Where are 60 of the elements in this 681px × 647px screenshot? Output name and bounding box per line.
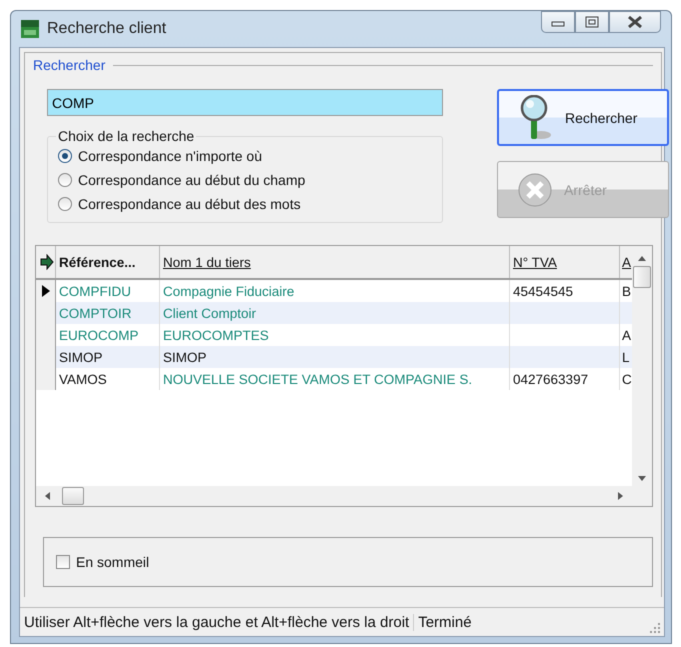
magnifier-icon: [519, 94, 553, 140]
scroll-left-icon[interactable]: [44, 491, 52, 501]
scroll-up-icon[interactable]: [637, 254, 647, 262]
scrollbar-thumb[interactable]: [62, 487, 84, 505]
close-button[interactable]: [609, 11, 661, 33]
radio-button[interactable]: [58, 149, 72, 163]
table-cell: EUROCOMPTES: [163, 328, 269, 342]
arrow-right-icon: [40, 254, 54, 270]
column-header[interactable]: Nom 1 du tiers: [160, 246, 510, 278]
status-text: Terminé: [417, 614, 472, 630]
checkbox-label[interactable]: En sommeil: [76, 554, 150, 570]
group-title: Choix de la recherche: [57, 128, 196, 144]
table-cell: 45454545: [513, 284, 574, 298]
table-row[interactable]: SIMOP SIMOP L: [36, 346, 632, 368]
app-logo-icon: [21, 20, 39, 38]
radio-label[interactable]: Correspondance au début des mots: [78, 196, 301, 212]
horizontal-scrollbar[interactable]: [36, 486, 632, 506]
table-row[interactable]: VAMOS NOUVELLE SOCIETE VAMOS ET COMPAGNIE S. 0427663397 C: [36, 368, 632, 390]
current-row-icon: [42, 285, 50, 297]
status-message: Utiliser Alt+flèche vers la gauche et Alt+flèche vers la droit: [24, 614, 414, 630]
vertical-scrollbar[interactable]: [632, 246, 652, 506]
column-header[interactable]: A: [620, 246, 632, 278]
scroll-down-icon[interactable]: [637, 474, 647, 482]
restore-icon: [585, 16, 599, 28]
table-cell: L: [622, 350, 630, 364]
table-cell: VAMOS: [59, 372, 107, 386]
radio-label[interactable]: Correspondance n'importe où: [78, 148, 262, 164]
search-button[interactable]: Rechercher: [497, 89, 669, 146]
table-row[interactable]: EUROCOMP EUROCOMPTES A: [36, 324, 632, 346]
radio-button[interactable]: [58, 173, 72, 187]
table-cell: SIMOP: [59, 350, 103, 364]
column-header[interactable]: Référence...: [56, 246, 160, 278]
minimize-button[interactable]: [541, 11, 575, 33]
radio-button[interactable]: [58, 197, 72, 211]
checkbox[interactable]: [56, 555, 70, 569]
resize-grip-icon[interactable]: [650, 623, 660, 633]
column-header[interactable]: N° TVA: [510, 246, 620, 278]
table-cell: NOUVELLE SOCIETE VAMOS ET COMPAGNIE S.: [163, 372, 472, 386]
row-indicator[interactable]: [36, 280, 56, 302]
table-cell: COMPFIDU: [59, 284, 131, 298]
table-cell: Compagnie Fiduciaire: [163, 284, 294, 298]
table-row[interactable]: COMPFIDU Compagnie Fiduciaire 45454545 B: [36, 280, 632, 302]
cancel-icon: [518, 172, 552, 206]
scroll-right-icon[interactable]: [616, 491, 624, 501]
table-cell: SIMOP: [163, 350, 207, 364]
search-field[interactable]: COMP: [47, 89, 443, 116]
scrollbar-thumb[interactable]: [633, 266, 651, 288]
table-row[interactable]: COMPTOIR Client Comptoir: [36, 302, 632, 324]
group-title: Rechercher: [33, 57, 106, 73]
table-cell: 0427663397: [513, 372, 588, 386]
close-icon: [627, 16, 643, 28]
radio-label[interactable]: Correspondance au début du champ: [78, 172, 306, 188]
table-cell: C: [622, 372, 632, 386]
maximize-button[interactable]: [575, 11, 609, 33]
table-cell: COMPTOIR: [59, 306, 132, 320]
table-cell: B: [622, 284, 632, 298]
window-title: Recherche client: [47, 20, 166, 38]
table-cell: A: [622, 328, 632, 342]
table-cell: EUROCOMP: [59, 328, 139, 342]
table-cell: Client Comptoir: [163, 306, 256, 320]
